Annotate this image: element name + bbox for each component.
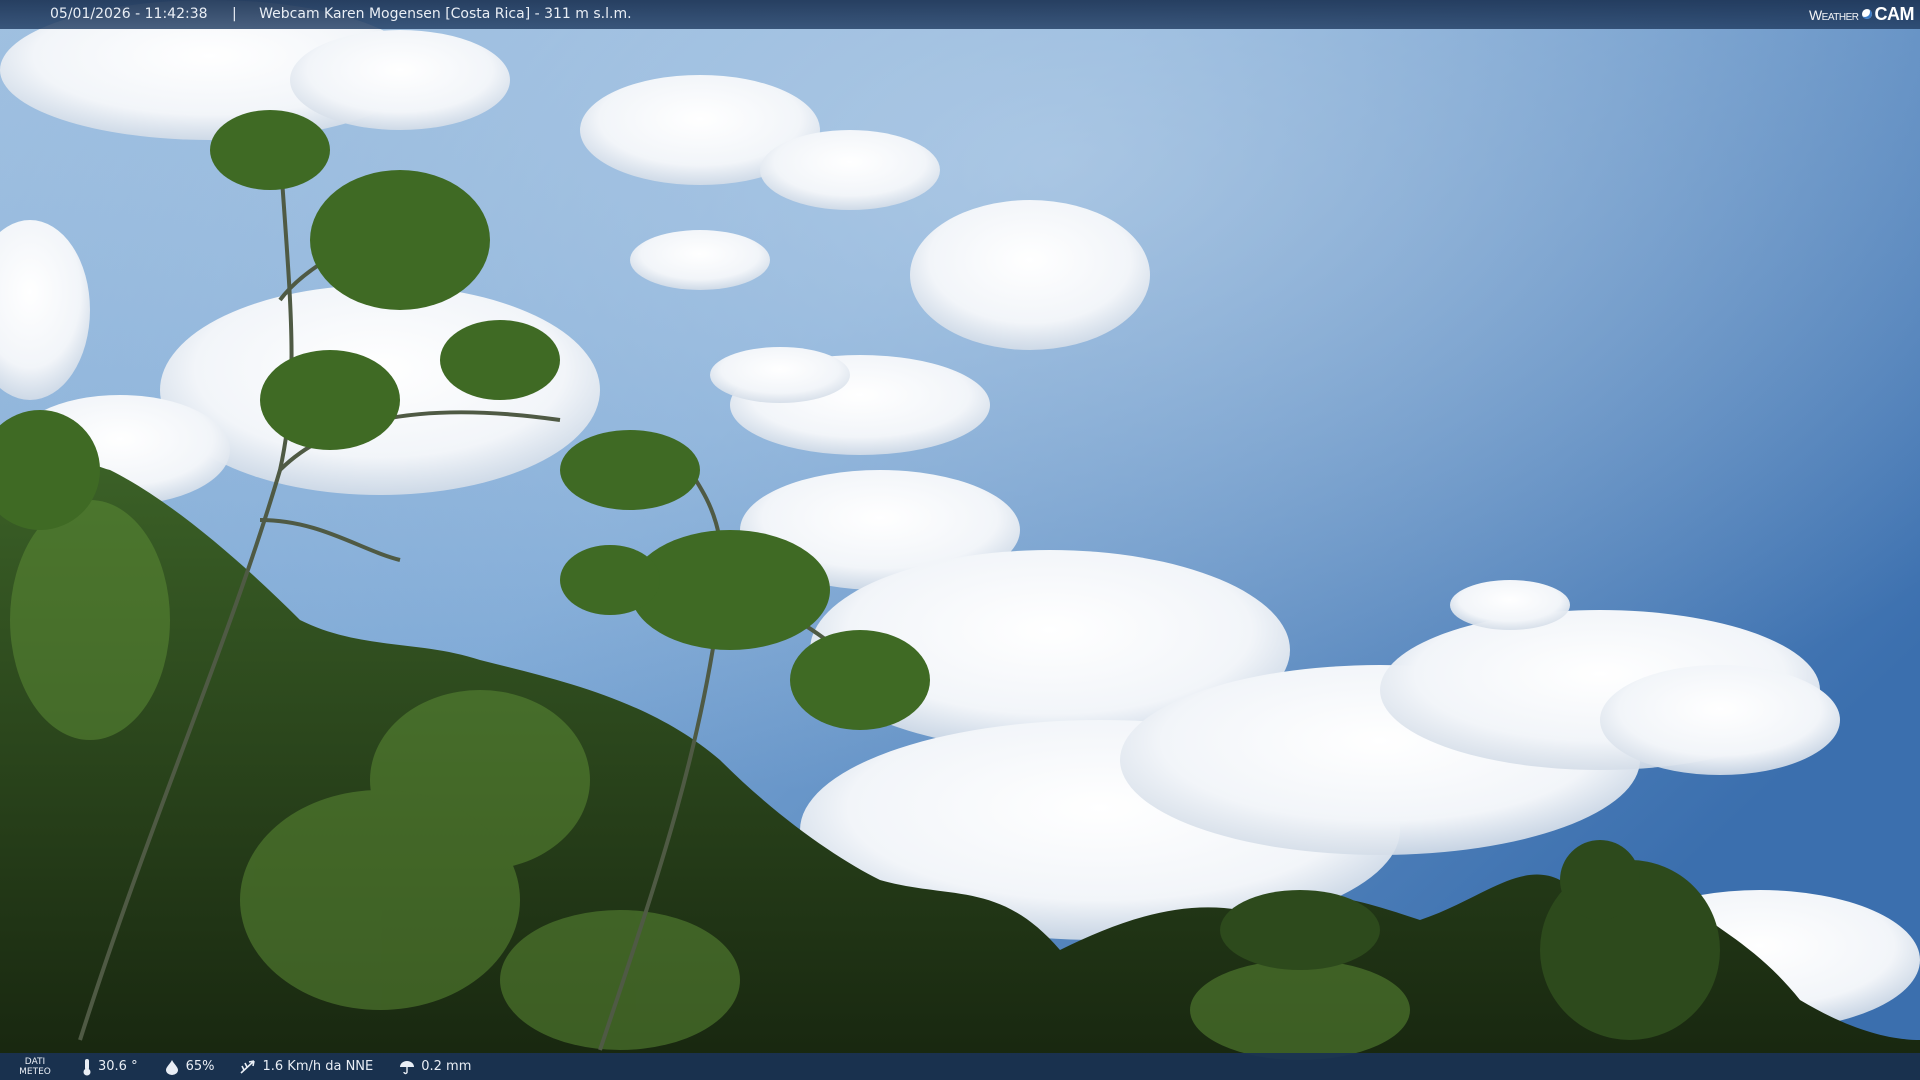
webcam-image: [0, 0, 1920, 1080]
logo-word-cam: CAM: [1874, 4, 1915, 24]
header-separator: |: [231, 6, 237, 22]
dati-meteo-label: DATI METEO: [18, 1057, 52, 1077]
dati-label: DATI: [24, 1056, 46, 1067]
webcam-frame: 05/01/2026 - 11:42:38 | Webcam Karen Mog…: [0, 0, 1920, 1080]
logo-word-weather: Weather: [1808, 7, 1859, 23]
humidity-drop-icon: [165, 1059, 178, 1075]
temperature-reading: 30.6 °: [82, 1058, 138, 1076]
thermometer-icon: [83, 1058, 91, 1075]
rain-icon: [400, 1060, 415, 1074]
wind-icon: [240, 1059, 256, 1074]
webcam-location: Webcam Karen Mogensen [Costa Rica] - 311…: [259, 6, 632, 22]
rain-reading: 0.2 mm: [399, 1059, 471, 1075]
rain-value: 0.2 mm: [421, 1059, 472, 1074]
weather-data-bar: DATI METEO 30.6 ° 65% 1.6 Km/h da NNE 0.…: [0, 1053, 1920, 1080]
logo-globe-icon: [1861, 9, 1872, 19]
humidity-reading: 65%: [164, 1059, 215, 1075]
meteo-label: METEO: [19, 1066, 51, 1077]
timestamp: 05/01/2026 - 11:42:38: [50, 6, 208, 22]
wind-value: 1.6 Km/h da NNE: [262, 1059, 374, 1074]
weathercam-logo[interactable]: Weather CAM: [1808, 0, 1915, 29]
wind-reading: 1.6 Km/h da NNE: [240, 1059, 373, 1075]
temperature-value: 30.6 °: [98, 1059, 138, 1074]
header-bar: 05/01/2026 - 11:42:38 | Webcam Karen Mog…: [0, 0, 1920, 29]
humidity-value: 65%: [185, 1059, 215, 1074]
